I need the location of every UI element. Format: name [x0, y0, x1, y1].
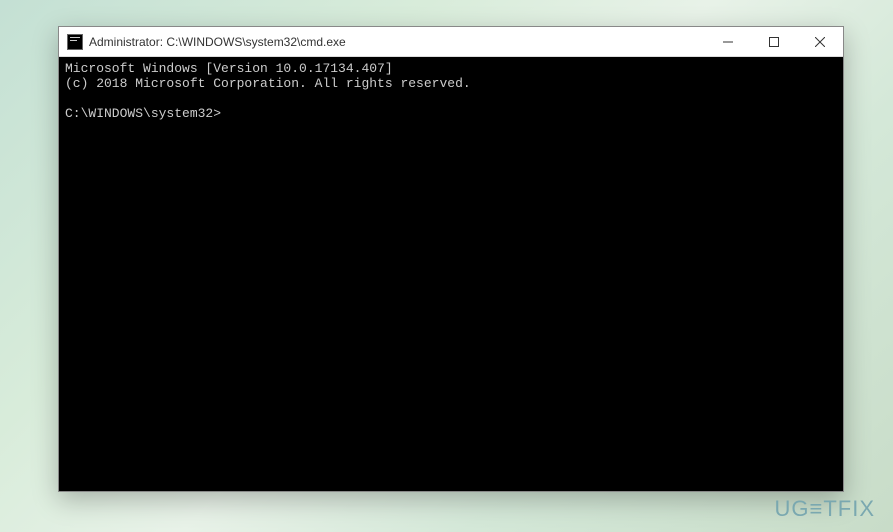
minimize-icon — [723, 37, 733, 47]
cmd-icon — [67, 34, 83, 50]
maximize-button[interactable] — [751, 27, 797, 56]
terminal-output[interactable]: Microsoft Windows [Version 10.0.17134.40… — [59, 57, 843, 491]
minimize-button[interactable] — [705, 27, 751, 56]
terminal-prompt: C:\WINDOWS\system32> — [65, 106, 221, 121]
close-icon — [815, 37, 825, 47]
window-controls — [705, 27, 843, 56]
watermark-text: UG≡TFIX — [775, 496, 876, 522]
terminal-line: (c) 2018 Microsoft Corporation. All righ… — [65, 76, 471, 91]
maximize-icon — [769, 37, 779, 47]
terminal-line: Microsoft Windows [Version 10.0.17134.40… — [65, 61, 393, 76]
titlebar[interactable]: Administrator: C:\WINDOWS\system32\cmd.e… — [59, 27, 843, 57]
cmd-window: Administrator: C:\WINDOWS\system32\cmd.e… — [58, 26, 844, 492]
close-button[interactable] — [797, 27, 843, 56]
window-title: Administrator: C:\WINDOWS\system32\cmd.e… — [89, 35, 705, 49]
watermark-logo: UG≡TFIX — [775, 496, 876, 522]
